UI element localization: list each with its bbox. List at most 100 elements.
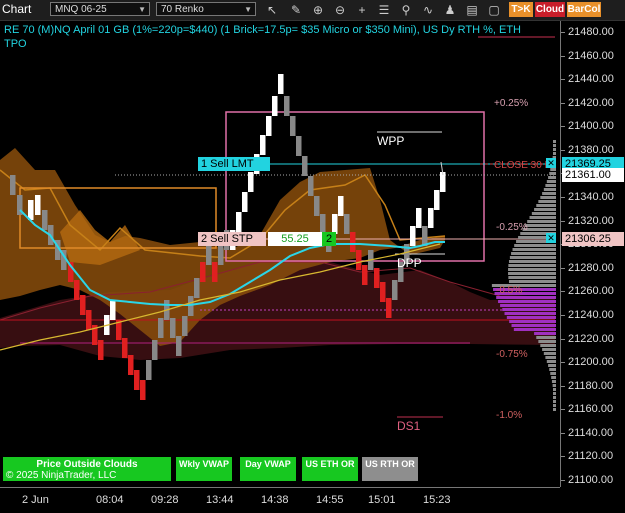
renko-brick xyxy=(386,298,392,318)
barcol-button[interactable]: BarCol xyxy=(567,2,601,17)
profile-bar xyxy=(548,176,556,179)
price-tick-label: 21220.00 xyxy=(561,332,614,345)
renko-brick xyxy=(344,214,350,234)
profile-bar xyxy=(496,296,556,299)
renko-brick xyxy=(278,74,284,94)
chart-trader-icon[interactable]: ⚲ xyxy=(398,2,414,18)
day-vwap-badge[interactable]: Day VWAP xyxy=(240,457,296,481)
renko-brick xyxy=(314,196,320,216)
profile-bar xyxy=(536,204,556,207)
profile-bar xyxy=(553,404,556,407)
strategies-icon[interactable]: ♟ xyxy=(442,2,458,18)
price-tick-label: 21120.00 xyxy=(560,450,614,463)
chevron-down-icon: ▼ xyxy=(244,5,252,14)
profile-bar xyxy=(540,344,556,347)
profile-bar xyxy=(498,300,556,303)
renko-brick xyxy=(248,172,254,192)
chart-panel[interactable] xyxy=(0,21,560,487)
close-order-icon[interactable]: ✕ xyxy=(546,233,556,243)
renko-brick xyxy=(410,226,416,246)
profile-bar xyxy=(550,372,556,375)
renko-brick xyxy=(98,340,104,360)
renko-brick xyxy=(236,212,242,232)
cloud-button[interactable]: Cloud xyxy=(535,2,565,17)
renko-brick xyxy=(416,208,422,228)
price-tick-label: 21280.00 xyxy=(561,261,614,274)
pct-label: +0.25% xyxy=(494,98,529,109)
time-tick-label: 14:38 xyxy=(261,494,289,506)
chart-toolbar: Chart MNQ 06-25 ▼ 70 Renko ▼ ↖ ✎ ⊕ ⊖ + ☰ ⚲… xyxy=(0,0,625,21)
price-tick-label: 21420.00 xyxy=(561,96,614,109)
close-order-icon[interactable]: ✕ xyxy=(546,158,556,168)
price-tick-label: 21320.00 xyxy=(561,214,614,227)
screenshot-icon[interactable]: ▢ xyxy=(486,2,502,18)
renko-brick xyxy=(362,265,368,285)
profile-bar xyxy=(514,244,556,247)
time-tick-label: 15:01 xyxy=(368,494,396,506)
profile-bar xyxy=(545,356,556,359)
chevron-down-icon: ▼ xyxy=(138,5,146,14)
time-axis[interactable]: 2 Jun 08:04 09:28 13:44 14:38 14:55 15:01 15:23 xyxy=(0,487,560,513)
renko-brick xyxy=(320,214,326,234)
current-price-flag: 21361.00 xyxy=(562,168,624,182)
window-title: Chart xyxy=(2,2,32,16)
us-rth-or-badge[interactable]: US RTH OR xyxy=(362,457,418,481)
renko-brick xyxy=(422,226,428,246)
instrument-selector[interactable]: MNQ 06-25 ▼ xyxy=(50,2,150,16)
instrument-value: MNQ 06-25 xyxy=(55,4,107,15)
copyright-text: © 2025 NinjaTrader, LLC xyxy=(6,470,117,481)
time-tick-label: 08:04 xyxy=(96,494,124,506)
sell-stp-order-flag[interactable]: 2 Sell STP xyxy=(198,232,266,246)
renko-brick xyxy=(74,280,80,300)
profile-bar xyxy=(553,144,556,147)
pct-label: -1.0% xyxy=(496,410,523,421)
pointer-icon[interactable]: ↖ xyxy=(264,2,280,18)
profile-bar xyxy=(546,360,556,363)
zoom-out-icon[interactable]: ⊖ xyxy=(332,2,348,18)
sell-lmt-order-flag[interactable]: 1 Sell LMT xyxy=(198,157,270,171)
renko-brick xyxy=(194,278,200,298)
properties-icon[interactable]: ☰ xyxy=(376,2,392,18)
renko-brick xyxy=(428,208,434,228)
price-axis[interactable]: 21100.00 21120.00 21140.00 21160.00 21180.00… xyxy=(560,21,625,487)
renko-brick xyxy=(110,300,116,320)
profile-bar xyxy=(534,332,556,335)
us-eth-or-badge[interactable]: US ETH OR xyxy=(302,457,358,481)
templates-icon[interactable]: ▤ xyxy=(464,2,480,18)
renko-brick xyxy=(266,116,272,136)
renko-brick xyxy=(10,175,16,195)
drawing-tools-icon[interactable]: ✎ xyxy=(288,2,304,18)
renko-brick xyxy=(182,316,188,336)
renko-brick xyxy=(28,200,34,220)
renko-brick xyxy=(260,135,266,155)
pct-label: -0.75% xyxy=(496,349,528,360)
price-tick-label: 21200.00 xyxy=(561,356,614,369)
profile-bar xyxy=(506,316,556,319)
renko-brick xyxy=(308,176,314,196)
renko-brick xyxy=(302,156,308,176)
renko-brick xyxy=(86,310,92,330)
profile-bar xyxy=(527,220,556,223)
order-pnl-value: 55.25 xyxy=(268,232,322,246)
profile-bar xyxy=(543,188,556,191)
bar-type-selector[interactable]: 70 Renko ▼ xyxy=(156,2,256,16)
zoom-in-icon[interactable]: ⊕ xyxy=(310,2,326,18)
renko-brick xyxy=(434,190,440,210)
wkly-vwap-badge[interactable]: Wkly VWAP xyxy=(176,457,232,481)
pct-label: -0.25% xyxy=(496,222,528,233)
renko-brick xyxy=(152,340,158,360)
pct-label: -0.5% xyxy=(496,285,523,296)
tok-button[interactable]: T>K xyxy=(509,2,533,17)
profile-bar xyxy=(542,192,556,195)
order-qty-value: 2 xyxy=(322,232,336,246)
renko-brick xyxy=(158,318,164,338)
profile-bar xyxy=(531,212,556,215)
profile-bar xyxy=(538,340,556,343)
renko-brick xyxy=(284,96,290,116)
renko-brick xyxy=(80,295,86,315)
add-icon[interactable]: + xyxy=(354,2,370,18)
renko-brick xyxy=(200,262,206,282)
renko-brick xyxy=(272,96,278,116)
indicators-icon[interactable]: ∿ xyxy=(420,2,436,18)
time-tick-label: 15:23 xyxy=(423,494,451,506)
